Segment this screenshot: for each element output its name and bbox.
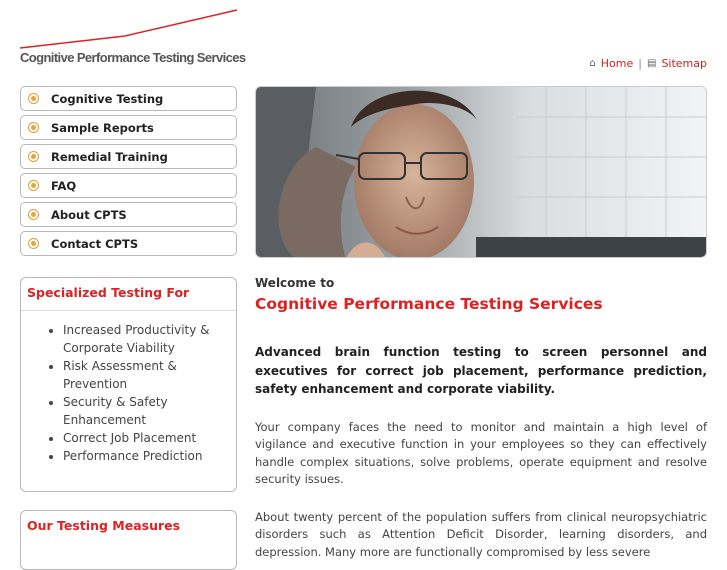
specialized-list: Increased Productivity & Corporate Viabi… xyxy=(21,321,236,465)
list-item: Performance Prediction xyxy=(63,447,236,465)
nav-item-about[interactable]: About CPTS xyxy=(20,202,237,227)
bullet-icon xyxy=(28,122,39,133)
body-paragraph: About twenty percent of the population s… xyxy=(255,509,707,559)
testing-measures-panel: Our Testing Measures xyxy=(20,510,237,570)
top-links: ⌂ Home | ▤ Sitemap xyxy=(589,57,707,70)
nav-item-contact[interactable]: Contact CPTS xyxy=(20,231,237,256)
home-link[interactable]: Home xyxy=(601,57,633,70)
specialized-testing-panel: Specialized Testing For Increased Produc… xyxy=(20,277,237,492)
hero-photo xyxy=(256,87,706,257)
logo-swoosh-icon xyxy=(20,9,238,49)
nav-item-sample-reports[interactable]: Sample Reports xyxy=(20,115,237,140)
bullet-icon xyxy=(28,238,39,249)
lead-paragraph: Advanced brain function testing to scree… xyxy=(255,345,707,396)
body-paragraph: Your company faces the need to monitor a… xyxy=(255,419,707,487)
panel-title: Our Testing Measures xyxy=(27,518,181,533)
site-logo[interactable]: Cognitive Performance Testing Services xyxy=(20,8,246,68)
welcome-text: Welcome to xyxy=(255,276,335,290)
nav-item-remedial-training[interactable]: Remedial Training xyxy=(20,144,237,169)
list-item: Security & Safety Enhancement xyxy=(63,393,236,429)
nav-item-label: Cognitive Testing xyxy=(51,91,164,106)
bullet-icon xyxy=(28,209,39,220)
main-content: Welcome to Cognitive Performance Testing… xyxy=(255,275,707,561)
nav-item-label: Contact CPTS xyxy=(51,236,139,251)
nav-item-faq[interactable]: FAQ xyxy=(20,173,237,198)
page-title: Cognitive Performance Testing Services xyxy=(255,295,603,313)
list-item: Risk Assessment & Prevention xyxy=(63,357,236,393)
divider: | xyxy=(638,57,642,70)
nav-item-label: Remedial Training xyxy=(51,149,168,164)
bullet-icon xyxy=(28,93,39,104)
bullet-icon xyxy=(28,151,39,162)
list-item: Increased Productivity & Corporate Viabi… xyxy=(63,321,236,357)
sitemap-link[interactable]: Sitemap xyxy=(661,57,707,70)
nav-item-label: About CPTS xyxy=(51,207,127,222)
sitemap-icon: ▤ xyxy=(646,58,657,69)
bullet-icon xyxy=(28,180,39,191)
panel-title: Specialized Testing For xyxy=(21,278,236,311)
nav-item-label: Sample Reports xyxy=(51,120,154,135)
list-item: Correct Job Placement xyxy=(63,429,236,447)
logo-text: Cognitive Performance Testing Services xyxy=(20,50,246,65)
nav-item-label: FAQ xyxy=(51,178,77,193)
home-icon: ⌂ xyxy=(589,58,596,69)
nav-item-cognitive-testing[interactable]: Cognitive Testing xyxy=(20,86,237,111)
hero-image xyxy=(255,86,707,258)
sidebar-nav: Cognitive Testing Sample Reports Remedia… xyxy=(20,86,237,260)
